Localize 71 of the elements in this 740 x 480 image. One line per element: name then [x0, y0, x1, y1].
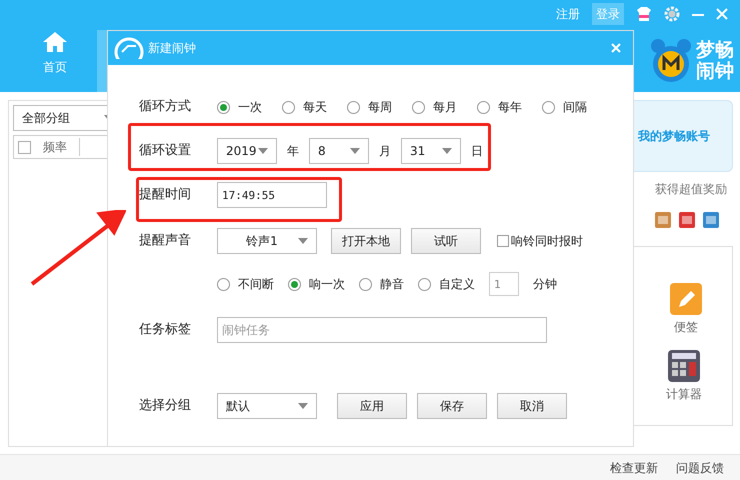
caret-icon — [350, 148, 360, 154]
dialog-button[interactable]: 取消 — [497, 393, 567, 419]
column-header: 频率 — [43, 138, 80, 156]
field-label: 循环设置 — [139, 142, 192, 160]
radio-label: 响一次 — [309, 276, 345, 293]
checkbox[interactable] — [18, 140, 31, 154]
dialog-button[interactable]: 保存 — [417, 393, 487, 419]
clock-icon — [114, 37, 144, 59]
app-icon[interactable] — [679, 212, 695, 228]
field-label: 提醒声音 — [139, 232, 192, 250]
pencil-icon[interactable] — [670, 283, 702, 315]
date-unit: 日 — [471, 143, 483, 160]
date-unit: 年 — [287, 143, 299, 160]
radio-button[interactable] — [477, 100, 490, 114]
group-select[interactable]: 默认 — [217, 393, 317, 419]
dialog-button[interactable]: 试听 — [411, 228, 481, 254]
date-select[interactable]: 2019 — [217, 138, 277, 164]
checkbox-label: 响铃同时报时 — [511, 233, 583, 250]
radio-button[interactable] — [542, 100, 555, 114]
field-label: 循环方式 — [139, 98, 192, 116]
dialog-button[interactable]: 打开本地 — [331, 228, 401, 254]
radio-button[interactable] — [418, 278, 431, 290]
radio-label: 每月 — [433, 99, 457, 116]
radio-button[interactable] — [288, 278, 301, 290]
minutes-field[interactable]: 1 — [489, 272, 519, 296]
caret-icon — [298, 403, 308, 409]
radio-label: 间隔 — [563, 99, 587, 116]
close-icon[interactable] — [716, 8, 728, 20]
minutes-unit: 分钟 — [533, 276, 557, 293]
caret-icon — [258, 148, 268, 154]
radio-button[interactable] — [217, 278, 230, 290]
radio-label: 每年 — [498, 99, 522, 116]
dialog-title: 新建闹钟 — [148, 40, 197, 57]
home-icon — [42, 31, 68, 53]
radio-label: 一次 — [238, 99, 262, 116]
radio-label: 不间断 — [238, 276, 274, 293]
app-icon[interactable] — [703, 212, 719, 228]
radio-button[interactable] — [282, 100, 295, 114]
app-logo-text: 梦畅 闹钟 — [696, 40, 734, 82]
field-label: 选择分组 — [139, 397, 192, 416]
shirt-icon[interactable] — [636, 7, 652, 21]
tag-field[interactable]: 闹钟任务 — [217, 317, 547, 343]
radio-label: 每天 — [303, 99, 327, 116]
tool-label: 计算器 — [666, 386, 702, 403]
calculator-icon[interactable] — [668, 350, 700, 382]
caret-icon — [298, 238, 308, 244]
close-icon[interactable] — [611, 43, 621, 53]
time-field[interactable]: 17:49:55 — [217, 182, 327, 208]
alarm-clock-icon — [650, 38, 692, 84]
radio-button[interactable] — [359, 278, 372, 290]
radio-button[interactable] — [217, 100, 230, 114]
field-label: 任务标签 — [139, 321, 192, 340]
reward-text: 获得超值奖励 — [655, 181, 727, 198]
date-unit: 月 — [379, 143, 391, 160]
radio-label: 自定义 — [439, 276, 475, 293]
radio-button[interactable] — [412, 100, 425, 114]
status-link[interactable]: 检查更新 — [610, 458, 658, 476]
checkbox[interactable] — [497, 235, 509, 247]
radio-button[interactable] — [347, 100, 360, 114]
dialog-button[interactable]: 应用 — [337, 393, 407, 419]
date-select[interactable]: 8 — [309, 138, 369, 164]
status-link[interactable]: 问题反馈 — [676, 458, 724, 476]
sound-select[interactable]: 铃声1 — [217, 228, 317, 254]
date-select[interactable]: 31 — [401, 138, 461, 164]
settings-icon[interactable] — [664, 6, 680, 22]
radio-label: 静音 — [380, 276, 404, 293]
tool-label: 便签 — [674, 319, 698, 336]
radio-label: 每周 — [368, 99, 392, 116]
caret-icon — [442, 148, 452, 154]
field-label: 提醒时间 — [139, 186, 192, 204]
app-icon[interactable] — [655, 212, 671, 228]
